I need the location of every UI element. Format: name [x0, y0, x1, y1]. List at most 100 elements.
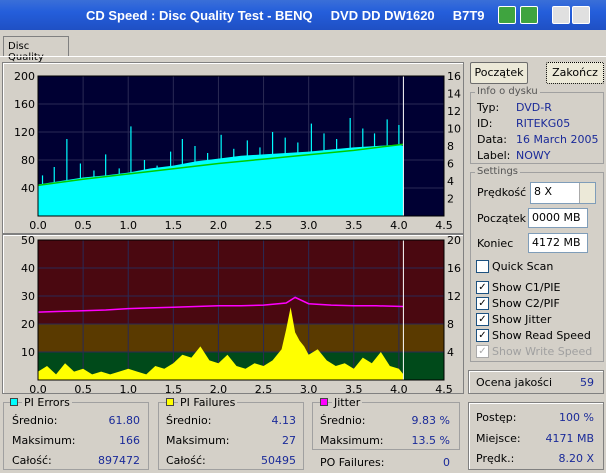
x-tick-label: 2.0: [210, 219, 228, 232]
tab-disc-quality[interactable]: Disc Quality: [3, 36, 69, 63]
y-left-tick-label: 40: [21, 182, 35, 195]
chevron-down-icon[interactable]: [579, 183, 595, 203]
quality-band-2: [38, 240, 444, 324]
x-tick-label: 1.0: [119, 219, 137, 232]
x-tick-label: 4.0: [390, 383, 408, 394]
y-right-tick-label: 20: [447, 234, 461, 247]
pi-failures-title: PI Failures: [178, 396, 238, 409]
y-left-tick-label: 50: [21, 234, 35, 247]
y-right-tick-label: 12: [447, 105, 461, 118]
x-tick-label: 2.5: [255, 383, 273, 394]
start-button[interactable]: Początek: [470, 62, 528, 84]
disc-label-label: Label:: [477, 149, 511, 162]
y-right-tick-label: 4: [447, 346, 454, 359]
y-right-tick-label: 12: [447, 290, 461, 303]
x-tick-label: 1.5: [165, 383, 183, 394]
pi-errors-avg-label: Średnio:: [12, 414, 58, 427]
y-left-tick-label: 200: [14, 70, 35, 83]
read-speed-label: Prędk.:: [476, 452, 515, 465]
disc-date-value: 16 March 2005: [516, 133, 599, 146]
pi-failures-swatch: [166, 398, 174, 406]
pi-failures-avg-value: 4.13: [271, 414, 297, 427]
y-left-tick-label: 120: [14, 126, 35, 139]
quick-scan-label: Quick Scan: [492, 260, 554, 273]
jitter-avg-label: Średnio:: [320, 414, 366, 427]
title-bar: CD Speed : Disc Quality Test - BENQ DVD …: [0, 0, 606, 30]
show-c1-pie-checkbox[interactable]: ✓: [476, 281, 489, 294]
pi-errors-max-value: 166: [119, 434, 140, 447]
disc-id-label: ID:: [477, 117, 493, 130]
x-tick-label: 4.5: [435, 383, 453, 394]
pi-errors-total-label: Całość:: [12, 454, 52, 467]
y-right-tick-label: 8: [447, 140, 454, 153]
end-position-input[interactable]: 4172 MB: [528, 233, 588, 253]
disc-type-label: Typ:: [477, 101, 500, 114]
y-right-tick-label: 16: [447, 70, 461, 83]
minimize-button[interactable]: [552, 6, 570, 24]
pi-failures-total-label: Całość:: [166, 454, 206, 467]
y-left-tick-label: 40: [21, 262, 35, 275]
pie-chart: 0.0 0.5 1.0 1.5 2.0 2.5 3.0 3.5 4.0 4.5 200 160 120 8…: [14, 70, 461, 232]
disc-date-label: Data:: [477, 133, 507, 146]
x-tick-label: 4.0: [390, 219, 408, 232]
y-left-tick-label: 30: [21, 290, 35, 303]
po-failures-label: PO Failures:: [320, 456, 385, 469]
disc-label-value: NOWY: [516, 149, 551, 162]
x-tick-label: 2.0: [210, 383, 228, 394]
show-jitter-checkbox[interactable]: ✓: [476, 313, 489, 326]
speed-select[interactable]: 8 X: [530, 182, 596, 204]
jitter-max-value: 13.5 %: [411, 434, 450, 447]
speed-value: 8 X: [534, 185, 553, 198]
show-read-speed-checkbox[interactable]: ✓: [476, 329, 489, 342]
x-tick-label: 0.5: [74, 219, 92, 232]
start-position-label: Początek: [477, 212, 526, 225]
quality-label: Ocena jakości: [476, 376, 553, 389]
x-tick-label: 1.5: [165, 219, 183, 232]
quick-scan-checkbox[interactable]: [476, 260, 489, 273]
pi-errors-swatch: [10, 398, 18, 406]
x-tick-label: 1.0: [119, 383, 137, 394]
stop-button[interactable]: Zakończ: [546, 62, 604, 84]
disc-info-title: Info o dysku: [475, 86, 540, 97]
pi-failures-max-label: Maksimum:: [166, 434, 230, 447]
x-tick-label: 0.0: [29, 383, 47, 394]
pif-chart: 0.0 0.5 1.0 1.5 2.0 2.5 3.0 3.5 4.0 4.5 50 40 30 20 10…: [21, 234, 461, 394]
show-read-speed-label: Show Read Speed: [492, 329, 591, 342]
copy-icon[interactable]: [498, 6, 516, 24]
x-tick-label: 0.5: [74, 383, 92, 394]
pi-errors-total-value: 897472: [98, 454, 140, 467]
y-right-tick-label: 2: [447, 193, 454, 206]
maximize-button[interactable]: [572, 6, 590, 24]
y-right-tick-label: 14: [447, 88, 461, 101]
pi-failures-avg-label: Średnio:: [166, 414, 212, 427]
x-tick-label: 2.5: [255, 219, 273, 232]
disc-id-value: RITEKG05: [516, 117, 571, 130]
show-jitter-label: Show Jitter: [492, 313, 552, 326]
jitter-max-label: Maksimum:: [320, 434, 384, 447]
show-write-speed-label: Show Write Speed: [492, 345, 593, 358]
x-tick-label: 3.0: [300, 383, 318, 394]
x-tick-label: 3.0: [300, 219, 318, 232]
end-position-label: Koniec: [477, 237, 514, 250]
jitter-avg-value: 9.83 %: [411, 414, 450, 427]
x-tick-label: 0.0: [29, 219, 47, 232]
save-icon[interactable]: [520, 6, 538, 24]
pi-errors-avg-value: 61.80: [108, 414, 141, 427]
y-right-tick-label: 10: [447, 123, 461, 136]
position-label: Miejsce:: [476, 432, 521, 445]
speed-label: Prędkość: [477, 186, 527, 199]
y-left-tick-label: 160: [14, 98, 35, 111]
start-position-input[interactable]: 0000 MB: [528, 208, 588, 228]
window-title: CD Speed : Disc Quality Test - BENQ DVD …: [86, 8, 485, 23]
progress-value: 100 %: [559, 411, 594, 424]
pi-failures-total-value: 50495: [261, 454, 296, 467]
x-tick-label: 3.5: [345, 219, 363, 232]
pi-errors-max-label: Maksimum:: [12, 434, 76, 447]
po-failures-value: 0: [443, 456, 450, 469]
show-write-speed-checkbox: ✓: [476, 345, 489, 358]
y-right-tick-label: 8: [447, 318, 454, 331]
y-left-tick-label: 80: [21, 154, 35, 167]
quality-value: 59: [580, 376, 594, 389]
show-c2-pif-checkbox[interactable]: ✓: [476, 297, 489, 310]
y-left-tick-label: 20: [21, 318, 35, 331]
